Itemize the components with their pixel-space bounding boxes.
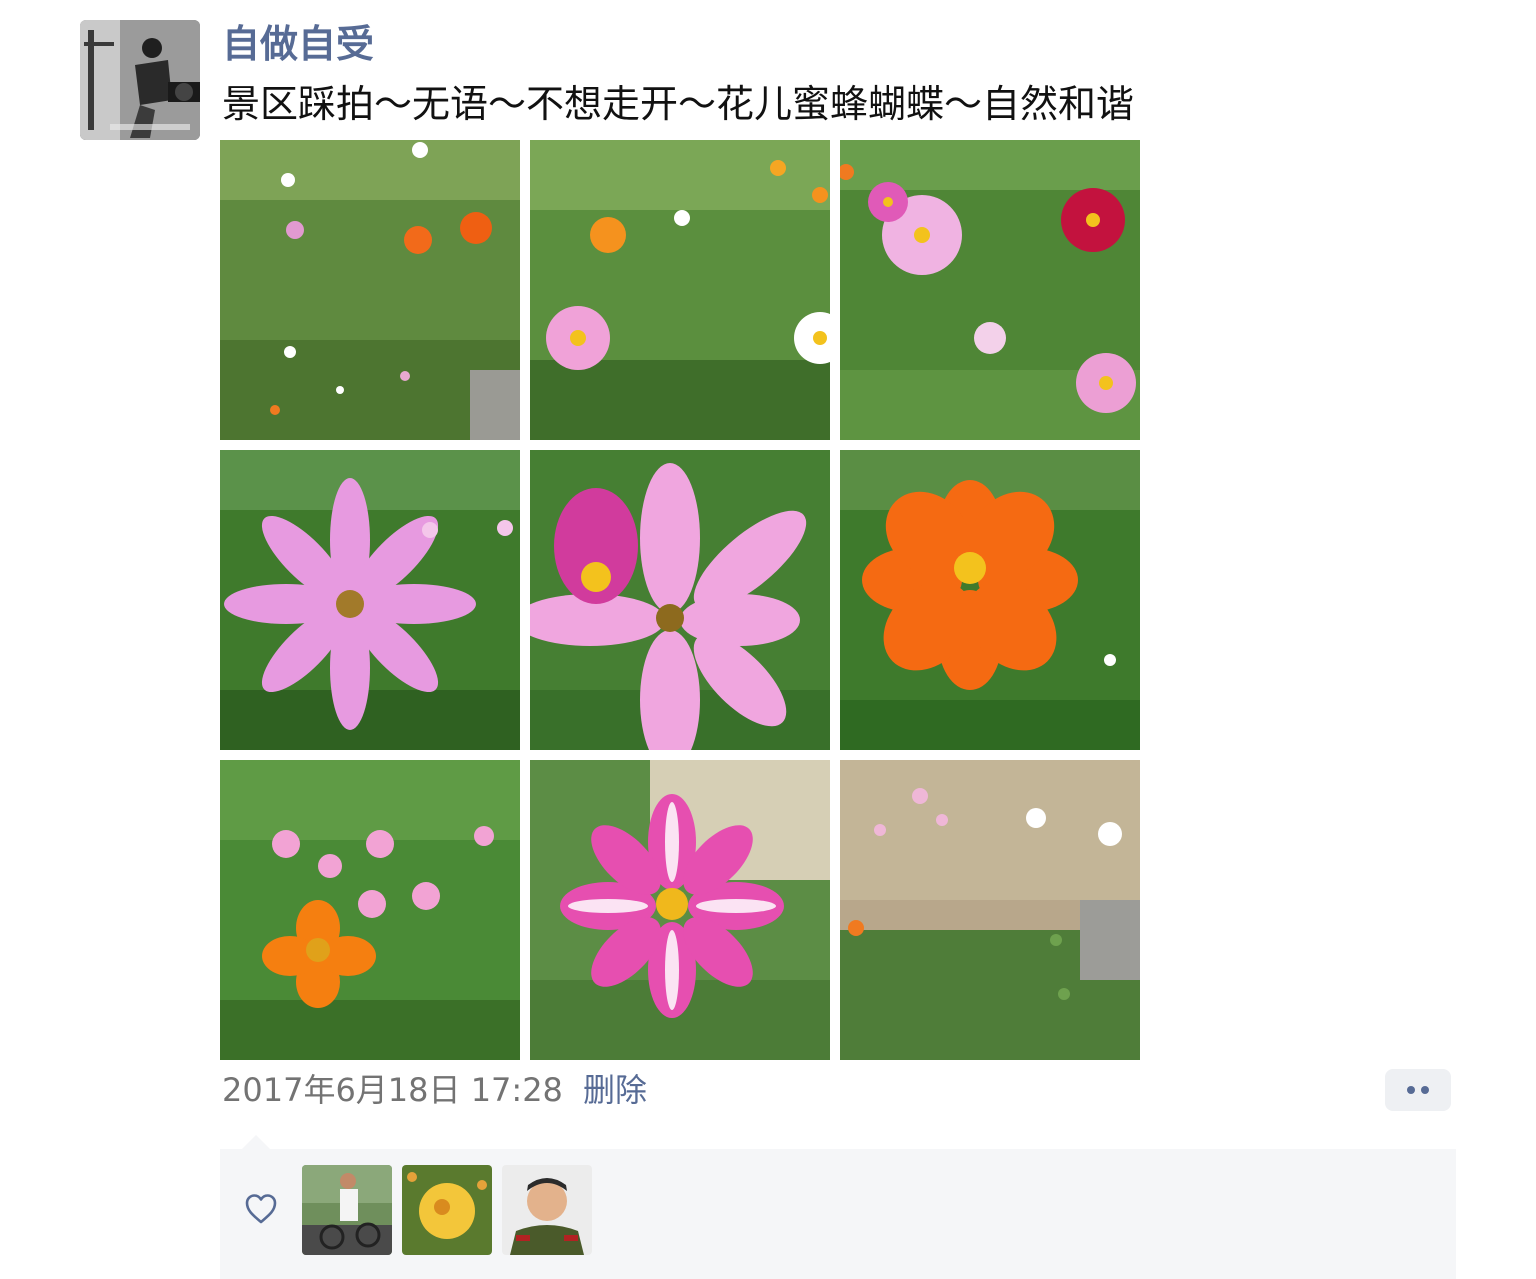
photo-3[interactable]: [840, 140, 1140, 440]
photo-1[interactable]: [220, 140, 520, 440]
author-name[interactable]: 自做自受: [222, 20, 374, 68]
likes-panel: [220, 1135, 1456, 1279]
photo-5[interactable]: [530, 450, 830, 750]
flower-photo-icon: [530, 760, 830, 1060]
photo-2[interactable]: [530, 140, 830, 440]
officer-avatar-icon: [502, 1165, 592, 1255]
photo-9[interactable]: [840, 760, 1140, 1060]
author-avatar[interactable]: [80, 20, 200, 140]
liker-avatar-3[interactable]: [502, 1165, 592, 1255]
flower-photo-icon: [220, 760, 520, 1060]
flower-avatar-icon: [402, 1165, 492, 1255]
more-dots-icon: [1407, 1086, 1415, 1094]
more-options-button[interactable]: [1385, 1069, 1451, 1111]
liker-avatar-1[interactable]: [302, 1165, 392, 1255]
flower-photo-icon: [220, 450, 520, 750]
avatar-photo-icon: [80, 20, 200, 140]
photo-4[interactable]: [220, 450, 520, 750]
photo-grid: [220, 140, 1140, 1060]
liker-avatar-2[interactable]: [402, 1165, 492, 1255]
flower-photo-icon: [840, 760, 1140, 1060]
photo-6[interactable]: [840, 450, 1140, 750]
flower-photo-icon: [530, 140, 830, 440]
flower-photo-icon: [840, 450, 1140, 750]
delete-link[interactable]: 删除: [583, 1066, 647, 1114]
flower-photo-icon: [220, 140, 520, 440]
post-timestamp: 2017年6月18日 17:28: [222, 1071, 563, 1109]
flower-photo-icon: [530, 450, 830, 750]
avatar-watermark: [110, 124, 190, 130]
heart-outline-icon: [245, 1194, 277, 1224]
cyclist-avatar-icon: [302, 1165, 392, 1255]
flower-photo-icon: [840, 140, 1140, 440]
photo-7[interactable]: [220, 760, 520, 1060]
photo-8[interactable]: [530, 760, 830, 1060]
post-text: 景区踩拍～无语～不想走开～花儿蜜蜂蝴蝶～自然和谐: [222, 82, 1135, 126]
more-dots-icon: [1421, 1086, 1429, 1094]
